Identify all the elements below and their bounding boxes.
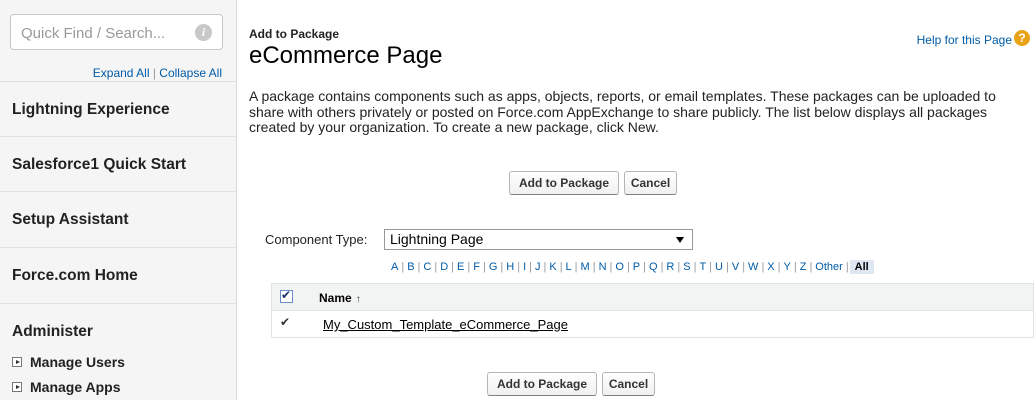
sidebar-item-force-home[interactable]: Force.com Home (0, 247, 236, 302)
collapse-all-link[interactable]: Collapse All (159, 66, 222, 80)
alphabet-filter-x[interactable]: X (765, 261, 776, 273)
component-type-label: Component Type: (265, 232, 368, 247)
alphabet-filter-o[interactable]: O (613, 261, 626, 273)
cancel-button[interactable]: Cancel (624, 171, 677, 195)
alphabet-filter-c[interactable]: C (421, 261, 433, 273)
sort-ascending-icon: ↑ (355, 294, 361, 305)
quick-find-input[interactable] (21, 23, 181, 43)
alphabet-filter-r[interactable]: R (664, 261, 676, 273)
alphabet-filter-y[interactable]: Y (782, 261, 793, 273)
table-row: My_Custom_Template_eCommerce_Page (272, 311, 1033, 337)
page-title: eCommerce Page (249, 42, 443, 69)
expand-collapse-links: Expand All | Collapse All (93, 66, 222, 80)
expand-arrow-icon[interactable] (12, 382, 22, 392)
alphabet-filter-t[interactable]: T (697, 261, 708, 273)
column-header-label: Name (319, 291, 352, 305)
component-type-value: Lightning Page (390, 231, 484, 247)
setup-sidebar: i Expand All | Collapse All Lightning Ex… (0, 0, 237, 400)
table-header-row: Name↑ (272, 284, 1033, 311)
alphabet-filter-z[interactable]: Z (798, 261, 809, 273)
add-to-package-button[interactable]: Add to Package (509, 171, 619, 195)
help-icon[interactable]: ? (1014, 30, 1030, 46)
cancel-button-bottom[interactable]: Cancel (602, 372, 655, 396)
column-header-name[interactable]: Name ↑ (319, 291, 361, 305)
dropdown-arrow-icon (676, 237, 684, 243)
alphabet-filter-n[interactable]: N (597, 261, 609, 273)
alphabet-filter-other[interactable]: Other (813, 261, 845, 273)
alphabet-filter-g[interactable]: G (487, 261, 500, 273)
alphabet-filter-f[interactable]: F (471, 261, 482, 273)
main-content: Add to Package eCommerce Page Help for t… (237, 0, 1034, 400)
alphabet-filter-m[interactable]: M (579, 261, 592, 273)
alphabet-filter-e[interactable]: E (455, 261, 466, 273)
alphabet-filter-s[interactable]: S (681, 261, 692, 273)
sidebar-section-administer: Administer (0, 303, 236, 358)
page-description: A package contains components such as ap… (249, 88, 996, 135)
breadcrumb: Add to Package (249, 27, 340, 41)
quick-find-box[interactable]: i (10, 14, 223, 50)
alphabet-filter-p[interactable]: P (631, 261, 642, 273)
sidebar-item-label: Manage Apps (30, 379, 121, 395)
select-all-checkbox[interactable] (280, 288, 293, 303)
sidebar-item-salesforce1-quick-start[interactable]: Salesforce1 Quick Start (0, 136, 236, 191)
expand-arrow-icon[interactable] (12, 357, 22, 367)
add-to-package-button-bottom[interactable]: Add to Package (487, 372, 597, 396)
component-name-link[interactable]: My_Custom_Template_eCommerce_Page (323, 317, 568, 332)
sidebar-item-manage-users[interactable]: Manage Users (12, 354, 125, 370)
alphabet-filter-v[interactable]: V (730, 261, 741, 273)
alphabet-filter-l[interactable]: L (564, 261, 574, 273)
sidebar-item-setup-assistant[interactable]: Setup Assistant (0, 191, 236, 246)
expand-all-link[interactable]: Expand All (93, 66, 150, 80)
sidebar-item-label: Manage Users (30, 354, 125, 370)
help-link[interactable]: Help for this Page (917, 33, 1012, 47)
alphabet-filter-k[interactable]: K (547, 261, 558, 273)
components-table: Name↑ My_Custom_Template_eCommerce_Page (271, 283, 1034, 338)
info-icon[interactable]: i (195, 24, 212, 41)
component-type-select[interactable]: Lightning Page (384, 229, 693, 250)
alphabet-filter-d[interactable]: D (438, 261, 450, 273)
row-checkbox[interactable] (280, 315, 293, 330)
alphabet-filter-h[interactable]: H (504, 261, 516, 273)
alphabet-filter-a[interactable]: A (389, 261, 400, 273)
alphabet-filter-q[interactable]: Q (647, 261, 660, 273)
link-separator: | (149, 66, 160, 80)
alphabet-filter-b[interactable]: B (405, 261, 416, 273)
alphabet-filter-u[interactable]: U (713, 261, 725, 273)
alphabet-filter: A | B | C | D | E | F | G | H | I | J | K | L | M | N | O | P | Q | R | S | T |… (389, 260, 874, 274)
sidebar-item-manage-apps[interactable]: Manage Apps (12, 379, 121, 395)
alphabet-filter-all[interactable]: All (849, 260, 874, 274)
alphabet-filter-i[interactable]: I (521, 261, 528, 273)
alphabet-filter-w[interactable]: W (746, 261, 760, 273)
alphabet-filter-j[interactable]: J (533, 261, 543, 273)
sidebar-item-lightning-experience[interactable]: Lightning Experience (0, 81, 236, 136)
